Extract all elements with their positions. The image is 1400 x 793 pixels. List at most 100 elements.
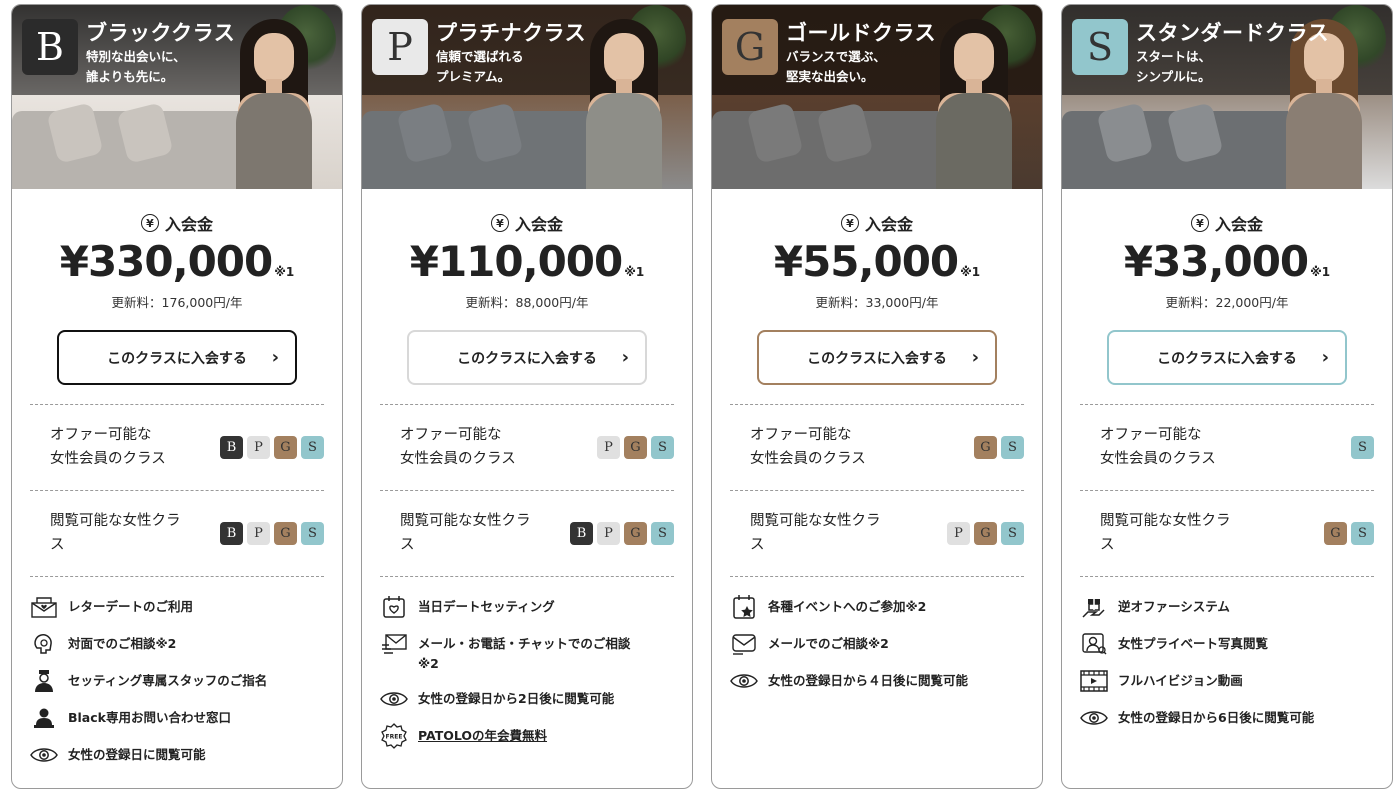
- fee-amount-value: ¥33,000: [1123, 237, 1309, 286]
- calendar-heart-icon: [380, 595, 408, 619]
- viewable-classes-label: 閲覧可能な女性クラス: [50, 509, 181, 557]
- label-line: 女性会員のクラス: [750, 451, 866, 467]
- feature-text-line: 女性の登録日から４日後に閲覧可能: [768, 673, 969, 688]
- fee-amount: ¥330,000 ※1: [12, 237, 342, 286]
- class-badge-s: S: [1351, 522, 1374, 545]
- fee-note: ※1: [624, 265, 645, 279]
- feature-text: 対面でのご相談※2: [68, 632, 176, 654]
- subtitle-line: バランスで選ぶ、: [786, 49, 886, 64]
- class-letter-badge: S: [1072, 19, 1128, 75]
- eye-icon: [1080, 706, 1108, 730]
- dashed-divider: [730, 404, 1024, 405]
- fee-amount: ¥55,000 ※1: [712, 237, 1042, 286]
- join-button[interactable]: このクラスに入会する ›: [1107, 330, 1347, 385]
- feature-item: 女性の登録日に閲覧可能: [30, 743, 332, 767]
- svg-text:FREE: FREE: [386, 734, 403, 741]
- feature-item: 女性の登録日から6日後に閲覧可能: [1080, 706, 1382, 730]
- feature-text-line: 各種イベントへのご参加※2: [768, 599, 927, 614]
- offer-classes-label: オファー可能な 女性会員のクラス: [750, 423, 866, 471]
- offer-classes-badges: PGS: [597, 436, 674, 459]
- join-button-label: このクラスに入会する: [1157, 350, 1297, 367]
- feature-item: Black専用お問い合わせ窓口: [30, 706, 332, 730]
- feature-text: 女性プライベート写真閲覧: [1118, 632, 1268, 654]
- concierge-icon: [30, 706, 58, 730]
- video-icon: [1080, 669, 1108, 693]
- label-line: オファー可能な: [1100, 427, 1202, 443]
- label-line: 閲覧可能な女性クラ: [400, 513, 531, 529]
- fee-label-text: 入会金: [164, 215, 213, 234]
- feature-item: 各種イベントへのご参加※2: [730, 595, 1032, 619]
- fee-amount: ¥33,000 ※1: [1062, 237, 1392, 286]
- dashed-divider: [1080, 404, 1374, 405]
- feature-item: 女性の登録日から2日後に閲覧可能: [380, 687, 682, 711]
- plan-card-g: G ゴールドクラス バランスで選ぶ、 堅実な出会い。 ¥ 入会金 ¥55,000 ※1 更新料：…: [711, 4, 1043, 789]
- model-face: [954, 33, 994, 83]
- label-line: ス: [50, 537, 65, 553]
- plan-title: スタンダードクラス: [1136, 21, 1330, 45]
- class-badge-b: B: [570, 522, 593, 545]
- subtitle-line: 堅実な出会い。: [786, 69, 874, 84]
- dashed-divider: [30, 576, 324, 577]
- label-line: オファー可能な: [50, 427, 152, 443]
- feature-text-line: メールでのご相談※2: [768, 636, 889, 651]
- join-button[interactable]: このクラスに入会する ›: [407, 330, 647, 385]
- class-badge-p: P: [597, 436, 620, 459]
- feature-text-line: 女性の登録日から2日後に閲覧可能: [418, 691, 615, 706]
- dashed-divider: [730, 576, 1024, 577]
- class-badge-g: G: [624, 522, 647, 545]
- offer-classes-label: オファー可能な 女性会員のクラス: [50, 423, 166, 471]
- plan-card-b: B ブラッククラス 特別な出会いに、 誰よりも先に。 ¥ 入会金 ¥330,000 ※1 更新料…: [11, 4, 343, 789]
- class-badge-p: P: [947, 522, 970, 545]
- feature-text: 逆オファーシステム: [1118, 595, 1230, 617]
- class-badge-s: S: [1351, 436, 1374, 459]
- dashed-divider: [730, 490, 1024, 491]
- offer-classes-label: オファー可能な 女性会員のクラス: [400, 423, 516, 471]
- class-badge-g: G: [974, 522, 997, 545]
- label-line: 女性会員のクラス: [50, 451, 166, 467]
- join-button[interactable]: このクラスに入会する ›: [57, 330, 297, 385]
- feature-text-line: 女性プライベート写真閲覧: [1118, 636, 1269, 651]
- eye-icon: [30, 743, 58, 767]
- fee-label-text: 入会金: [1214, 215, 1263, 234]
- headset-icon: [30, 632, 58, 656]
- label-line: 閲覧可能な女性クラ: [750, 513, 881, 529]
- class-badge-b: B: [220, 522, 243, 545]
- chevron-right-icon: ›: [621, 347, 629, 368]
- hero-image: G ゴールドクラスバランスで選ぶ、 堅実な出会い。: [712, 5, 1042, 189]
- dashed-divider: [1080, 576, 1374, 577]
- class-badge-s: S: [651, 522, 674, 545]
- feature-text-line: ※2: [418, 656, 439, 671]
- gift-icon: [1080, 595, 1108, 619]
- plan-title: ゴールドクラス: [786, 21, 937, 45]
- viewable-classes-badges: PGS: [947, 522, 1024, 545]
- offer-classes-badges: S: [1351, 436, 1374, 459]
- feature-text: 女性の登録日から2日後に閲覧可能: [418, 687, 614, 709]
- class-badge-p: P: [247, 522, 270, 545]
- join-button-label: このクラスに入会する: [107, 350, 247, 367]
- plan-card-s: S スタンダードクラス スタートは、 シンプルに。 ¥ 入会金 ¥33,000 ※1 更新料：2…: [1061, 4, 1393, 789]
- dashed-divider: [1080, 490, 1374, 491]
- label-line: 女性会員のクラス: [1100, 451, 1216, 467]
- class-badge-g: G: [274, 436, 297, 459]
- feature-text-line: メール・お電話・チャットでのご相談: [418, 636, 631, 651]
- join-button[interactable]: このクラスに入会する ›: [757, 330, 997, 385]
- class-badge-s: S: [1001, 522, 1024, 545]
- join-button-label: このクラスに入会する: [457, 350, 597, 367]
- dashed-divider: [380, 490, 674, 491]
- feature-text[interactable]: PATOLOの年会費無料: [418, 724, 547, 746]
- feature-text: フルハイビジョン動画: [1118, 669, 1243, 691]
- feature-text: 女性の登録日から４日後に閲覧可能: [768, 669, 968, 691]
- model-body: [586, 93, 662, 189]
- feature-item: メールでのご相談※2: [730, 632, 1032, 656]
- model-body: [936, 93, 1012, 189]
- subtitle-line: 特別な出会いに、: [86, 49, 186, 64]
- hero-image: B ブラッククラス 特別な出会いに、 誰よりも先に。: [12, 5, 342, 189]
- class-badge-b: B: [220, 436, 243, 459]
- fee-label: ¥ 入会金: [362, 211, 692, 235]
- offer-classes-label: オファー可能な 女性会員のクラス: [1100, 423, 1216, 471]
- feature-item: FREE PATOLOの年会費無料: [380, 723, 682, 749]
- class-letter-badge: B: [22, 19, 78, 75]
- class-letter-badge: G: [722, 19, 778, 75]
- feature-text: セッティング専属スタッフのご指名: [68, 669, 267, 691]
- class-badge-p: P: [247, 436, 270, 459]
